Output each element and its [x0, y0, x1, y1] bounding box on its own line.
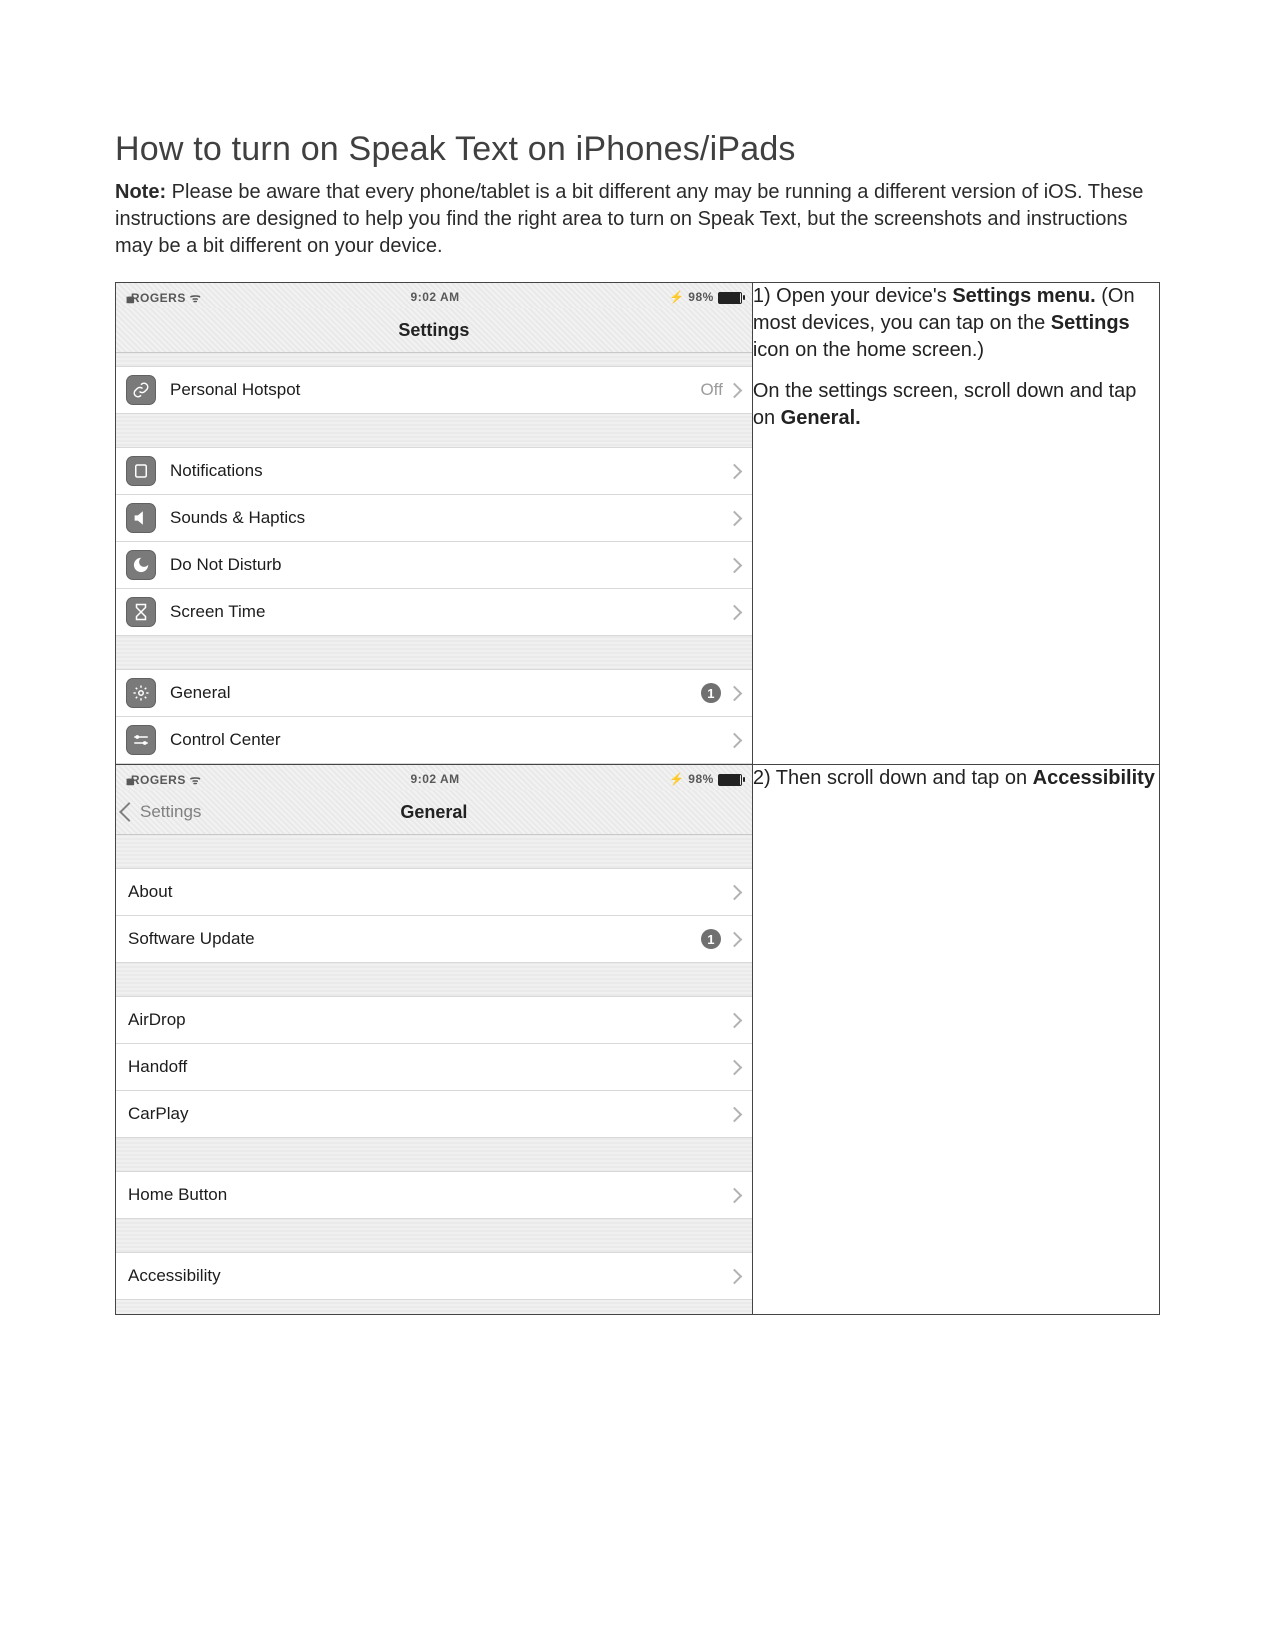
status-carrier: ROGERS ᯤ: [126, 771, 201, 788]
row-label: Software Update: [128, 929, 701, 949]
back-button[interactable]: Settings: [122, 802, 201, 822]
status-time: 9:02 AM: [411, 772, 460, 786]
row-label: About: [128, 882, 729, 902]
chevron-right-icon: [727, 685, 743, 701]
status-battery: ⚡ 98%: [669, 772, 742, 786]
back-label: Settings: [140, 802, 201, 822]
steps-table: ROGERS ᯤ 9:02 AM ⚡ 98% Settings Personal…: [115, 282, 1160, 1315]
gear-icon: [126, 678, 156, 708]
speaker-icon: [126, 503, 156, 533]
chevron-left-icon: [119, 802, 139, 822]
chevron-right-icon: [727, 604, 743, 620]
nav-title: General: [400, 802, 467, 823]
sliders-icon: [126, 725, 156, 755]
row-label: Accessibility: [128, 1266, 729, 1286]
general-row-carplay[interactable]: CarPlay: [116, 1090, 752, 1138]
page-title: How to turn on Speak Text on iPhones/iPa…: [115, 130, 1160, 169]
row-label: CarPlay: [128, 1104, 729, 1124]
status-bar: ROGERS ᯤ 9:02 AM ⚡ 98%: [116, 283, 752, 308]
row-label: General: [170, 683, 701, 703]
status-battery: ⚡ 98%: [669, 290, 742, 304]
step2-instructions: 2) Then scroll down and tap on Accessibi…: [752, 765, 1159, 1315]
nav-title: Settings: [398, 320, 469, 341]
chevron-right-icon: [727, 1106, 743, 1122]
general-row-home-button[interactable]: Home Button: [116, 1171, 752, 1219]
status-bar: ROGERS ᯤ 9:02 AM ⚡ 98%: [116, 765, 752, 790]
chevron-right-icon: [727, 931, 743, 947]
row-label: Handoff: [128, 1057, 729, 1077]
row-label: Screen Time: [170, 602, 729, 622]
chevron-right-icon: [727, 463, 743, 479]
notification-badge: 1: [701, 929, 721, 949]
chevron-right-icon: [727, 1012, 743, 1028]
chevron-right-icon: [727, 732, 743, 748]
chevron-right-icon: [727, 1268, 743, 1284]
note-label: Note:: [115, 181, 166, 203]
row-label: AirDrop: [128, 1010, 729, 1030]
general-row-about[interactable]: About: [116, 868, 752, 916]
row-label: Personal Hotspot: [170, 380, 700, 400]
step1-screenshot-cell: ROGERS ᯤ 9:02 AM ⚡ 98% Settings Personal…: [116, 283, 753, 765]
note-paragraph: Note: Please be aware that every phone/t…: [115, 179, 1160, 260]
general-row-airdrop[interactable]: AirDrop: [116, 996, 752, 1044]
note-text: Please be aware that every phone/tablet …: [115, 181, 1143, 257]
general-row-accessibility[interactable]: Accessibility: [116, 1252, 752, 1300]
notification-badge: 1: [701, 683, 721, 703]
chevron-right-icon: [727, 510, 743, 526]
moon-icon: [126, 550, 156, 580]
general-row-handoff[interactable]: Handoff: [116, 1043, 752, 1091]
row-label: Notifications: [170, 461, 729, 481]
status-time: 9:02 AM: [411, 290, 460, 304]
hourglass-icon: [126, 597, 156, 627]
settings-row-hotspot[interactable]: Personal Hotspot Off: [116, 366, 752, 414]
row-label: Do Not Disturb: [170, 555, 729, 575]
status-carrier: ROGERS ᯤ: [126, 289, 201, 306]
chevron-right-icon: [727, 557, 743, 573]
chevron-right-icon: [727, 382, 743, 398]
chevron-right-icon: [727, 1187, 743, 1203]
chevron-right-icon: [727, 884, 743, 900]
settings-row-notifications[interactable]: Notifications: [116, 447, 752, 495]
notification-icon: [126, 456, 156, 486]
row-label: Control Center: [170, 730, 729, 750]
settings-row-dnd[interactable]: Do Not Disturb: [116, 541, 752, 589]
screenshot-general: ROGERS ᯤ 9:02 AM ⚡ 98% Settings General: [116, 765, 752, 1314]
row-detail: Off: [700, 380, 722, 400]
link-icon: [126, 375, 156, 405]
settings-row-sounds[interactable]: Sounds & Haptics: [116, 494, 752, 542]
chevron-right-icon: [727, 1059, 743, 1075]
settings-row-general[interactable]: General 1: [116, 669, 752, 717]
row-label: Sounds & Haptics: [170, 508, 729, 528]
settings-row-screentime[interactable]: Screen Time: [116, 588, 752, 636]
general-row-software-update[interactable]: Software Update 1: [116, 915, 752, 963]
nav-bar: Settings General: [116, 790, 752, 835]
step2-screenshot-cell: ROGERS ᯤ 9:02 AM ⚡ 98% Settings General: [116, 765, 753, 1315]
screenshot-settings: ROGERS ᯤ 9:02 AM ⚡ 98% Settings Personal…: [116, 283, 752, 764]
row-label: Home Button: [128, 1185, 729, 1205]
step1-instructions: 1) Open your device's Settings menu. (On…: [752, 283, 1159, 765]
nav-bar: Settings: [116, 308, 752, 353]
settings-row-controlcenter[interactable]: Control Center: [116, 716, 752, 764]
